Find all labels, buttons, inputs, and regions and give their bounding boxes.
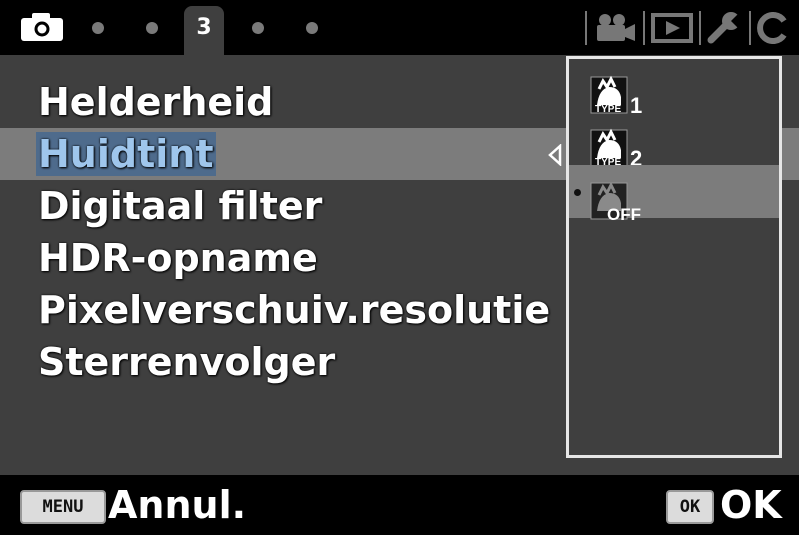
cancel-label: Annul. <box>108 483 247 527</box>
tab-5-dot[interactable] <box>306 22 318 34</box>
skin-tone-options-panel: TYPE 1 TYPE 2 OFF <box>566 56 782 458</box>
current-setting-marker <box>574 189 581 196</box>
bottom-button-bar: MENU Annul. OK OK <box>0 475 799 535</box>
menu-item-label: Sterrenvolger <box>38 340 336 384</box>
menu-category-icons <box>585 8 789 48</box>
wrench-setup-icon[interactable] <box>707 11 743 45</box>
option-off[interactable]: OFF <box>569 165 779 221</box>
left-arrow-icon <box>548 144 562 166</box>
camera-menu-screen: 3 Helderheid Huidtint Digitaal filter HD… <box>0 0 799 535</box>
skin-tone-type1-icon: TYPE 1 <box>590 75 642 115</box>
menu-item-label: Helderheid <box>38 80 274 124</box>
menu-item-label: Pixelverschuiv.resolutie <box>38 288 551 332</box>
divider <box>749 11 751 45</box>
ok-button-key[interactable]: OK <box>666 490 714 524</box>
playback-icon[interactable] <box>651 11 693 45</box>
menu-button-key[interactable]: MENU <box>20 490 106 524</box>
option-type1[interactable]: TYPE 1 <box>569 59 779 115</box>
menu-item-label: Huidtint <box>36 132 216 176</box>
divider <box>643 11 645 45</box>
tab-2-dot[interactable] <box>146 22 158 34</box>
ok-label: OK <box>720 483 782 527</box>
custom-setting-icon[interactable] <box>757 11 789 45</box>
divider <box>585 11 587 45</box>
tab-3-active[interactable]: 3 <box>184 6 224 55</box>
movie-camera-icon[interactable] <box>593 11 637 45</box>
menu-tab-bar: 3 <box>0 0 799 55</box>
tab-4-dot[interactable] <box>252 22 264 34</box>
svg-text:OFF: OFF <box>607 205 641 221</box>
tab-1-dot[interactable] <box>92 22 104 34</box>
menu-item-label: Digitaal filter <box>38 184 323 228</box>
menu-item-label: HDR-opname <box>38 236 318 280</box>
option-type2[interactable]: TYPE 2 <box>569 112 779 168</box>
camera-icon[interactable] <box>20 12 64 42</box>
skin-tone-off-icon: OFF <box>590 181 641 221</box>
divider <box>699 11 701 45</box>
skin-tone-type2-icon: TYPE 2 <box>590 128 642 168</box>
